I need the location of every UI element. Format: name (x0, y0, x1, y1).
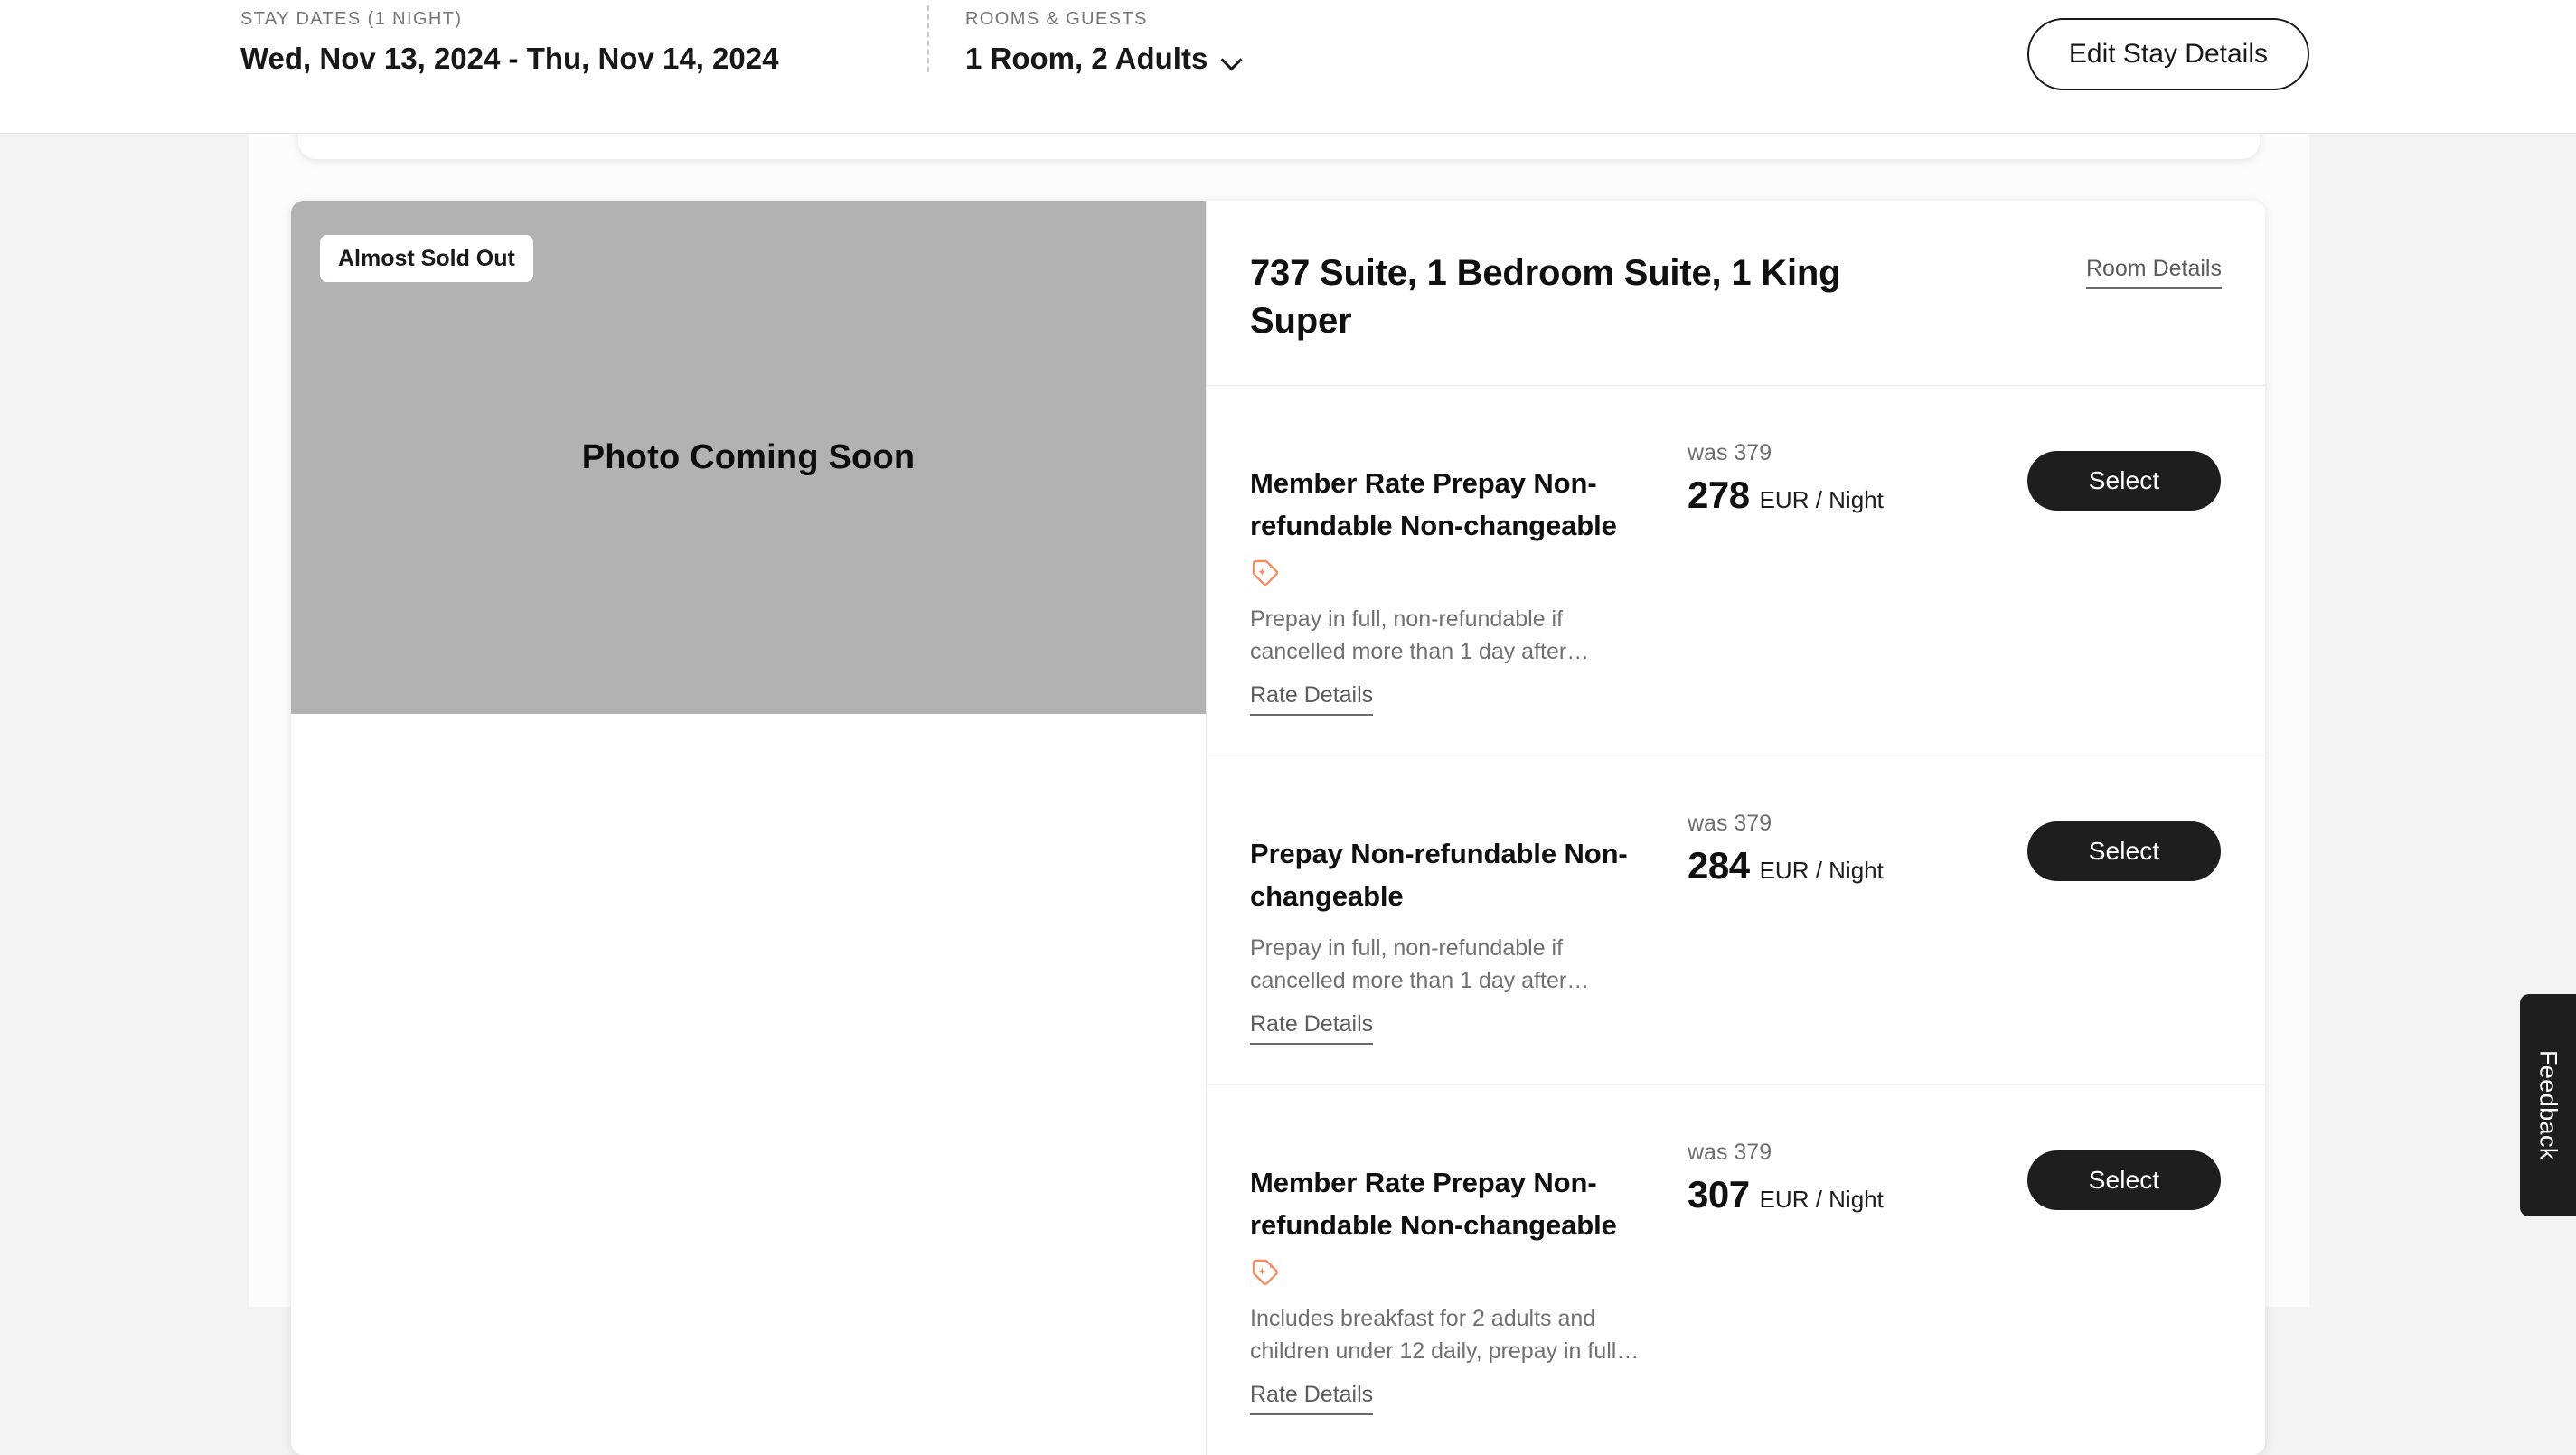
price-was: was 379 (1688, 809, 2027, 838)
rate-details-link[interactable]: Rate Details (1250, 681, 1373, 716)
rate-row: Member Rate Prepay Non-refundable Non-ch… (1207, 1084, 2265, 1455)
rate-description: Includes breakfast for 2 adults and chil… (1250, 1302, 1648, 1367)
price-unit: EUR / Night (1760, 1185, 1884, 1214)
price-was: was 379 (1688, 1138, 2027, 1167)
rate-details-link[interactable]: Rate Details (1250, 1009, 1373, 1045)
chevron-down-icon[interactable] (1222, 51, 1242, 70)
price-unit: EUR / Night (1760, 856, 1884, 885)
rate-price: was 379 307 EUR / Night (1648, 1129, 2027, 1217)
rate-details-link[interactable]: Rate Details (1250, 1380, 1373, 1415)
select-button[interactable]: Select (2027, 451, 2221, 511)
select-button[interactable]: Select (2027, 1150, 2221, 1210)
stay-details-header: STAY DATES (1 NIGHT) Wed, Nov 13, 2024 -… (0, 0, 2576, 134)
header-divider (927, 5, 929, 72)
rooms-guests-label: ROOMS & GUESTS (965, 7, 1242, 31)
rate-description: Prepay in full, non-refundable if cancel… (1250, 932, 1648, 997)
price-was: was 379 (1688, 438, 2027, 467)
rate-price: was 379 278 EUR / Night (1648, 429, 2027, 518)
almost-sold-out-badge: Almost Sold Out (320, 235, 533, 282)
price-unit: EUR / Night (1760, 485, 1884, 514)
rate-list: Member Rate Prepay Non-refundable Non-ch… (1207, 386, 2265, 1455)
rate-row: Member Rate Prepay Non-refundable Non-ch… (1207, 386, 2265, 756)
rate-info: Prepay Non-refundable Non-changeable Pre… (1250, 800, 1648, 1045)
photo-placeholder-label: Photo Coming Soon (582, 438, 916, 477)
rate-price: was 379 284 EUR / Night (1648, 800, 2027, 888)
room-card: Photo Coming Soon Almost Sold Out 737 Su… (291, 201, 2265, 1455)
room-main-column: 737 Suite, 1 Bedroom Suite, 1 King Super… (1206, 201, 2265, 1455)
page-body: Photo Coming Soon Almost Sold Out 737 Su… (0, 134, 2576, 1307)
stay-dates-value: Wed, Nov 13, 2024 - Thu, Nov 14, 2024 (240, 40, 778, 78)
price-amount: 278 (1688, 473, 1750, 518)
rate-row: Prepay Non-refundable Non-changeable Pre… (1207, 756, 2265, 1084)
select-button[interactable]: Select (2027, 821, 2221, 881)
rate-action: Select (2027, 800, 2222, 881)
rate-info: Member Rate Prepay Non-refundable Non-ch… (1250, 429, 1648, 716)
rate-action: Select (2027, 429, 2222, 511)
price-current: 307 EUR / Night (1688, 1172, 2027, 1217)
rooms-guests-block[interactable]: ROOMS & GUESTS 1 Room, 2 Adults (965, 7, 1242, 78)
stay-dates-label: STAY DATES (1 NIGHT) (240, 7, 778, 31)
member-rate-tag-icon (1250, 558, 1281, 588)
price-current: 278 EUR / Night (1688, 473, 2027, 518)
rooms-guests-value[interactable]: 1 Room, 2 Adults (965, 40, 1242, 78)
room-card-header: 737 Suite, 1 Bedroom Suite, 1 King Super… (1207, 201, 2265, 386)
room-title: 737 Suite, 1 Bedroom Suite, 1 King Super (1250, 249, 1937, 345)
price-amount: 307 (1688, 1172, 1750, 1217)
rate-info: Member Rate Prepay Non-refundable Non-ch… (1250, 1129, 1648, 1415)
stay-dates-text: Wed, Nov 13, 2024 - Thu, Nov 14, 2024 (240, 40, 778, 78)
stay-dates-block[interactable]: STAY DATES (1 NIGHT) Wed, Nov 13, 2024 -… (240, 7, 778, 78)
rooms-guests-text: 1 Room, 2 Adults (965, 40, 1208, 78)
edit-stay-details-button[interactable]: Edit Stay Details (2027, 18, 2309, 90)
price-amount: 284 (1688, 843, 1750, 888)
room-media-column: Photo Coming Soon Almost Sold Out (291, 201, 1206, 1455)
rate-name: Member Rate Prepay Non-refundable Non-ch… (1250, 1161, 1648, 1246)
rate-name: Prepay Non-refundable Non-changeable (1250, 832, 1648, 917)
rate-action: Select (2027, 1129, 2222, 1210)
member-rate-tag-icon (1250, 1257, 1281, 1288)
price-current: 284 EUR / Night (1688, 843, 2027, 888)
content-column: Photo Coming Soon Almost Sold Out 737 Su… (249, 134, 2309, 1307)
feedback-tab-label: Feedback (2534, 1050, 2562, 1160)
room-details-link[interactable]: Room Details (2086, 255, 2222, 289)
rate-description: Prepay in full, non-refundable if cancel… (1250, 603, 1648, 668)
feedback-tab[interactable]: Feedback (2520, 994, 2576, 1216)
rate-name: Member Rate Prepay Non-refundable Non-ch… (1250, 462, 1648, 547)
